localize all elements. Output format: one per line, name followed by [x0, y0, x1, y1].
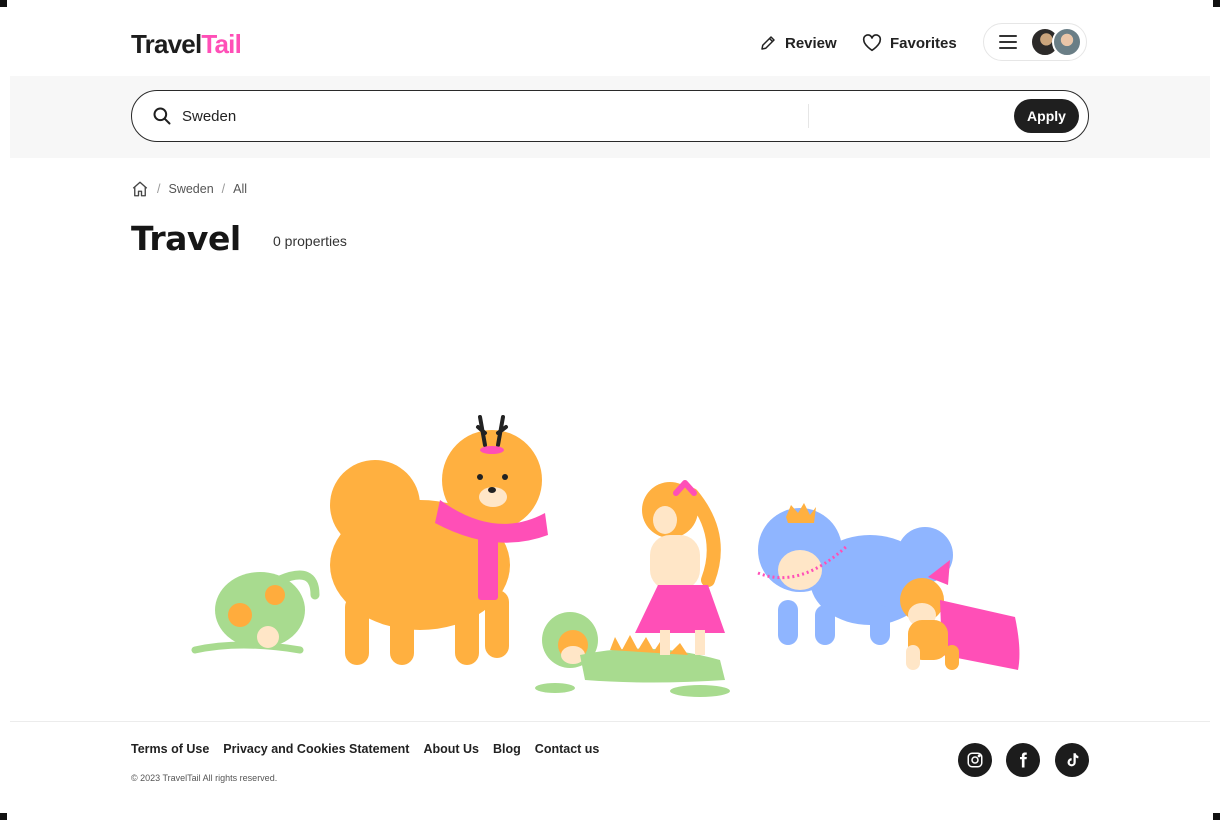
favorites-link[interactable]: Favorites [862, 30, 957, 56]
page-title: Travel [131, 219, 241, 258]
breadcrumb: / Sweden / All [131, 179, 247, 199]
privacy-cookies-link[interactable]: Privacy and Cookies Statement [223, 742, 409, 756]
footer-divider [10, 721, 1210, 722]
breadcrumb-separator: / [221, 182, 226, 196]
green-pet-drawing [191, 570, 320, 654]
traveltail-logo[interactable]: TravelTail [131, 28, 242, 60]
tiktok-icon [1067, 753, 1079, 767]
user-menu-button[interactable] [983, 23, 1087, 61]
facebook-icon [1020, 752, 1027, 768]
copyright-text: © 2023 TravelTail All rights reserved. [131, 773, 278, 783]
terms-of-use-link[interactable]: Terms of Use [131, 742, 209, 756]
instagram-icon [967, 752, 983, 768]
pencil-icon [761, 36, 775, 50]
frame-corner [0, 813, 7, 820]
review-label: Review [785, 34, 837, 52]
instagram-button[interactable] [958, 743, 992, 777]
frame-corner [1213, 813, 1220, 820]
home-icon[interactable] [131, 180, 149, 198]
heart-icon [862, 34, 882, 52]
property-count: 0 properties [273, 233, 347, 249]
breadcrumb-separator: / [157, 182, 161, 196]
review-link[interactable]: Review [759, 30, 837, 56]
hamburger-menu-icon [999, 35, 1017, 49]
search-icon [153, 107, 171, 125]
apply-button[interactable]: Apply [1014, 99, 1079, 133]
favorites-label: Favorites [890, 34, 957, 52]
blog-link[interactable]: Blog [493, 742, 521, 756]
skirt-dog-drawing [635, 480, 725, 655]
site-header: TravelTail Review Favorites [0, 0, 1220, 76]
orange-dog-drawing [330, 415, 548, 665]
search-bar: Apply [131, 90, 1089, 142]
search-input[interactable] [182, 103, 782, 129]
tiktok-button[interactable] [1055, 743, 1089, 777]
search-divider [808, 104, 809, 128]
breadcrumb-item-sweden[interactable]: Sweden [168, 182, 213, 196]
facebook-button[interactable] [1006, 743, 1040, 777]
about-us-link[interactable]: About Us [423, 742, 479, 756]
breadcrumb-item-all[interactable]: All [233, 182, 247, 196]
user-avatar [1052, 27, 1082, 57]
dogs-illustration [191, 415, 1020, 697]
contact-us-link[interactable]: Contact us [535, 742, 600, 756]
footer-links: Terms of Use Privacy and Cookies Stateme… [131, 742, 599, 756]
